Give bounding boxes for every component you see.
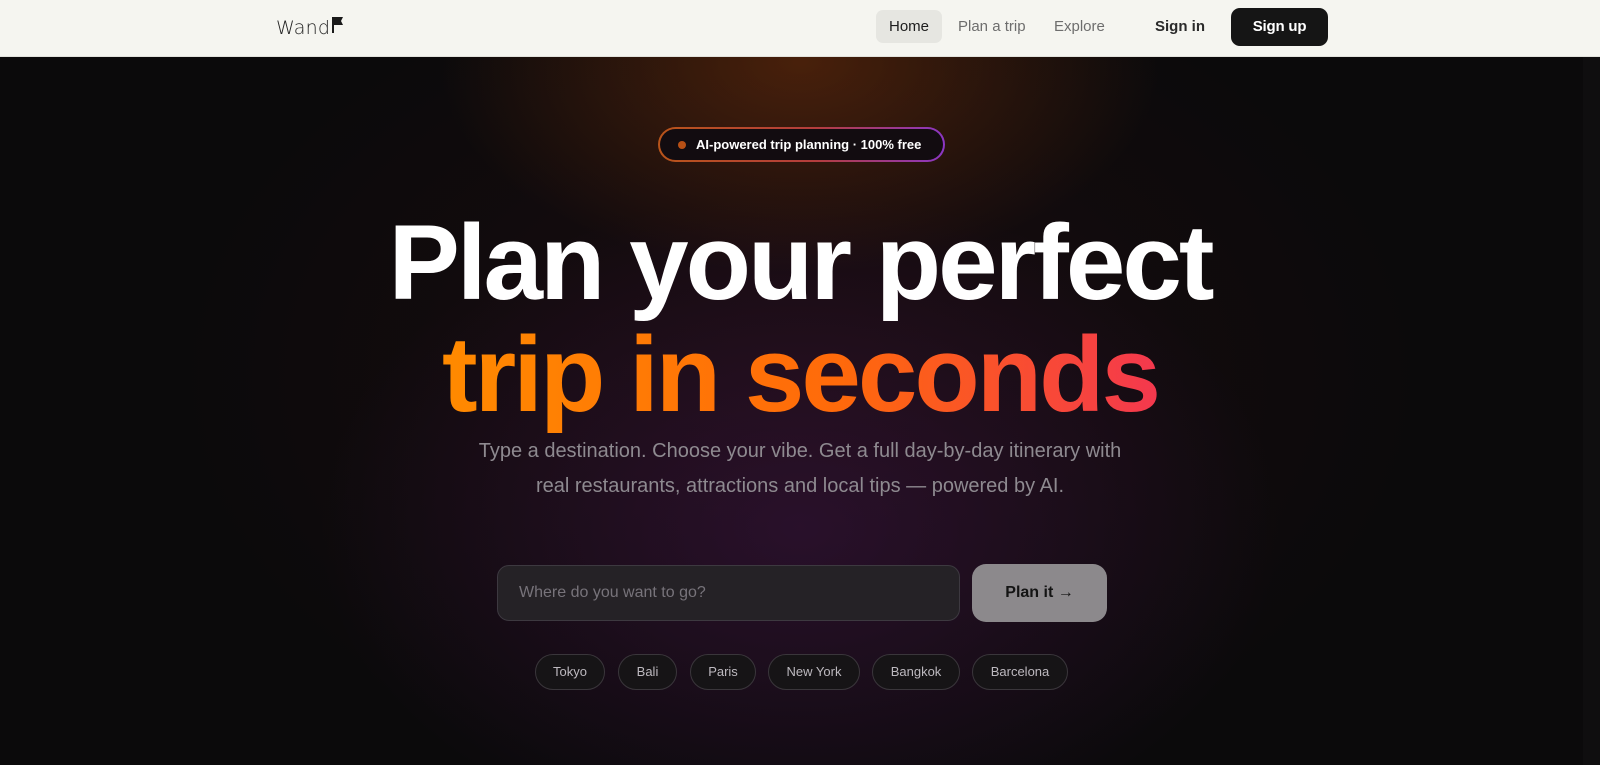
sign-in-link[interactable]: Sign in [1155,10,1205,43]
sign-up-button[interactable]: Sign up [1231,8,1328,46]
plan-it-button[interactable]: Plan it → [972,564,1107,622]
destination-chip-bangkok[interactable]: Bangkok [872,654,960,690]
status-dot-icon [678,140,686,149]
hero-section: AI-powered trip planning · 100% free Pla… [0,57,1600,765]
destination-chip-paris[interactable]: Paris [690,654,756,690]
destination-chip-barcelona[interactable]: Barcelona [972,654,1068,690]
headline-line-2: trip in seconds [0,321,1600,428]
flag-icon [332,17,344,33]
badge-text: AI-powered trip planning · 100% free [696,137,922,152]
destination-chip-tokyo[interactable]: Tokyo [535,654,605,690]
destination-chip-bali[interactable]: Bali [618,654,677,690]
nav-link-explore[interactable]: Explore [1041,10,1118,43]
headline-highlight: trip in seconds [441,314,1161,434]
subtitle-line-2: real restaurants, attractions and local … [535,475,1065,497]
nav-link-home[interactable]: Home [876,10,943,43]
hero-badge: AI-powered trip planning · 100% free [658,127,945,162]
destination-chip-new-york[interactable]: New York [768,654,860,690]
subtitle-line-1: Type a destination. Choose your vibe. Ge… [478,440,1122,462]
logo-text: Wand [276,17,331,39]
nav-link-plan-a-trip[interactable]: Plan a trip [945,10,1039,43]
logo[interactable]: Wand [276,16,344,40]
navbar: Wand Home Plan a trip Explore Sign in Si… [0,0,1600,57]
destination-search-input[interactable] [497,565,960,621]
headline-line-1: Plan your perfect [388,202,1214,322]
